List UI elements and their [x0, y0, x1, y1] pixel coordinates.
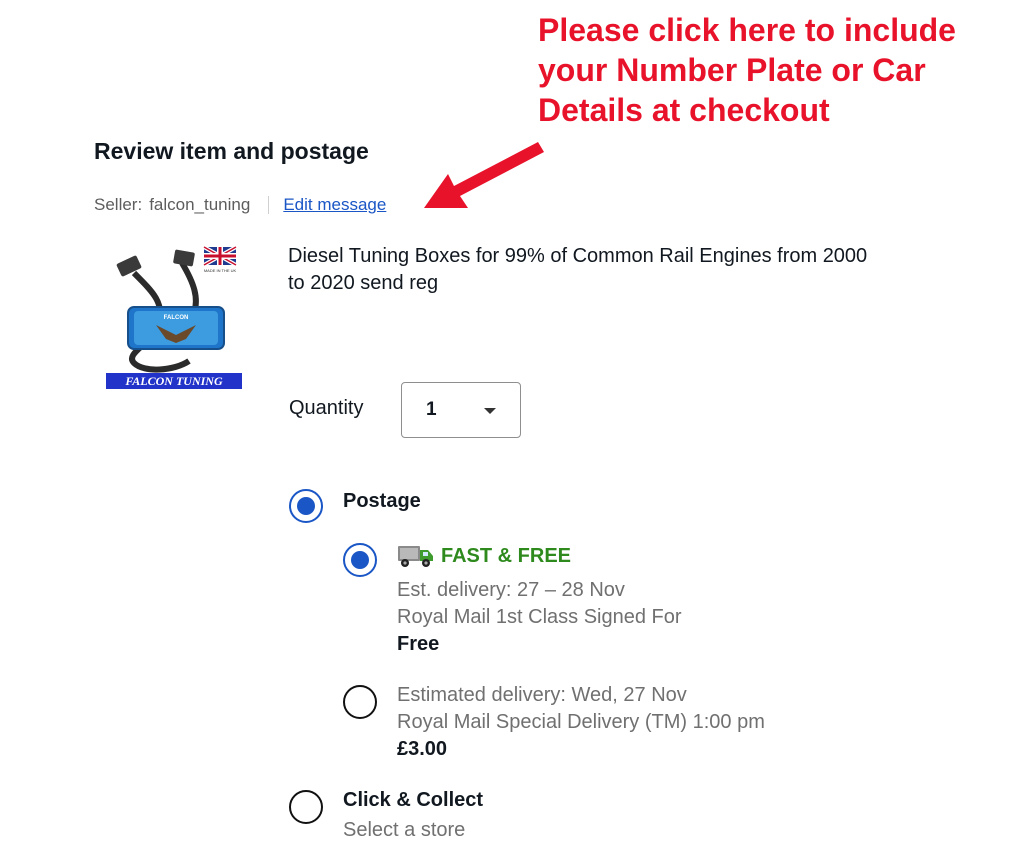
item-title-line-1: Diesel Tuning Boxes for 99% of Common Ra…: [288, 245, 868, 267]
select-store-text[interactable]: Select a store: [343, 819, 465, 842]
item-title-line-2: to 2020 send reg: [288, 272, 439, 294]
product-image-brand: FALCON TUNING: [124, 374, 223, 388]
delivery-option-1-price: Free: [397, 633, 440, 655]
delivery-option-2-radio[interactable]: [343, 685, 377, 719]
item-title[interactable]: Diesel Tuning Boxes for 99% of Common Ra…: [288, 243, 968, 297]
delivery-option-2-estimate: Estimated delivery: Wed, 27 Nov: [397, 684, 687, 706]
svg-text:FALCON: FALCON: [164, 315, 189, 321]
click-collect-label: Click & Collect: [343, 789, 484, 811]
postage-label: Postage: [343, 490, 421, 512]
svg-text:MADE IN THE UK: MADE IN THE UK: [204, 268, 237, 273]
click-collect-radio[interactable]: [289, 790, 323, 824]
quantity-label: Quantity: [289, 397, 364, 419]
page-title: Review item and postage: [94, 138, 369, 164]
product-image: MADE IN THE UK FALCON FALCON TUNING: [106, 245, 242, 389]
quantity-select[interactable]: 1: [401, 382, 521, 438]
divider: [268, 196, 270, 214]
annotation-line-2: your Number Plate or Car: [538, 52, 926, 88]
delivery-option-2-service: Royal Mail Special Delivery (TM) 1:00 pm: [397, 711, 765, 733]
truck-icon: [398, 546, 433, 567]
seller-name: falcon_tuning: [149, 195, 251, 214]
delivery-option-1-radio[interactable]: [343, 543, 377, 577]
uk-flag-icon: MADE IN THE UK: [203, 245, 237, 273]
annotation-line-1: Please click here to include: [538, 12, 956, 48]
checkout-annotation: Please click here to include your Number…: [538, 10, 998, 130]
seller-row: Seller: falcon_tuning Edit message: [94, 195, 386, 215]
annotation-line-3: Details at checkout: [538, 92, 830, 128]
edit-message-link[interactable]: Edit message: [283, 195, 386, 215]
delivery-option-2-price: £3.00: [397, 738, 448, 760]
delivery-option-1-service: Royal Mail 1st Class Signed For: [397, 606, 682, 628]
postage-radio[interactable]: [289, 489, 323, 523]
seller-label: Seller:: [94, 195, 143, 214]
quantity-value: 1: [426, 399, 437, 420]
red-arrow-icon: [424, 142, 544, 208]
fast-free-text: FAST & FREE: [441, 544, 572, 567]
chevron-down-icon: [484, 408, 496, 414]
delivery-option-1-estimate: Est. delivery: 27 – 28 Nov: [397, 579, 625, 601]
fast-free-badge: FAST & FREE: [397, 543, 571, 569]
